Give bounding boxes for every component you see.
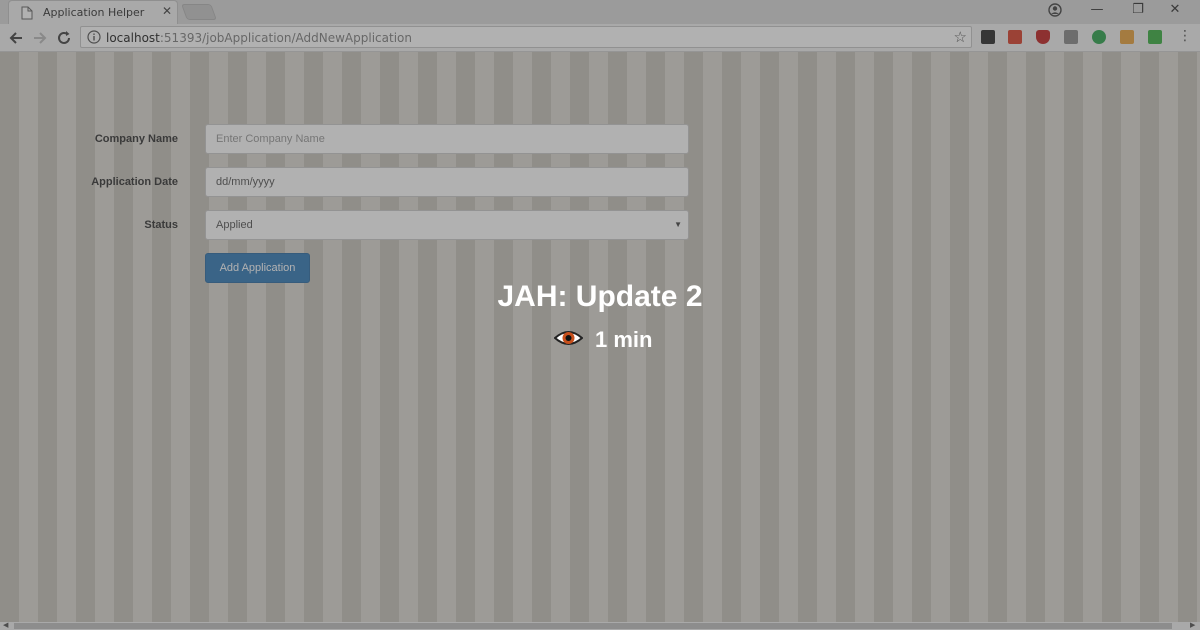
eye-icon — [554, 331, 583, 345]
overlay-title: JAH: Update 2 — [497, 280, 703, 313]
overlay: JAH: Update 2 1 min — [0, 0, 1200, 630]
read-time-text: 1 min — [595, 327, 653, 352]
